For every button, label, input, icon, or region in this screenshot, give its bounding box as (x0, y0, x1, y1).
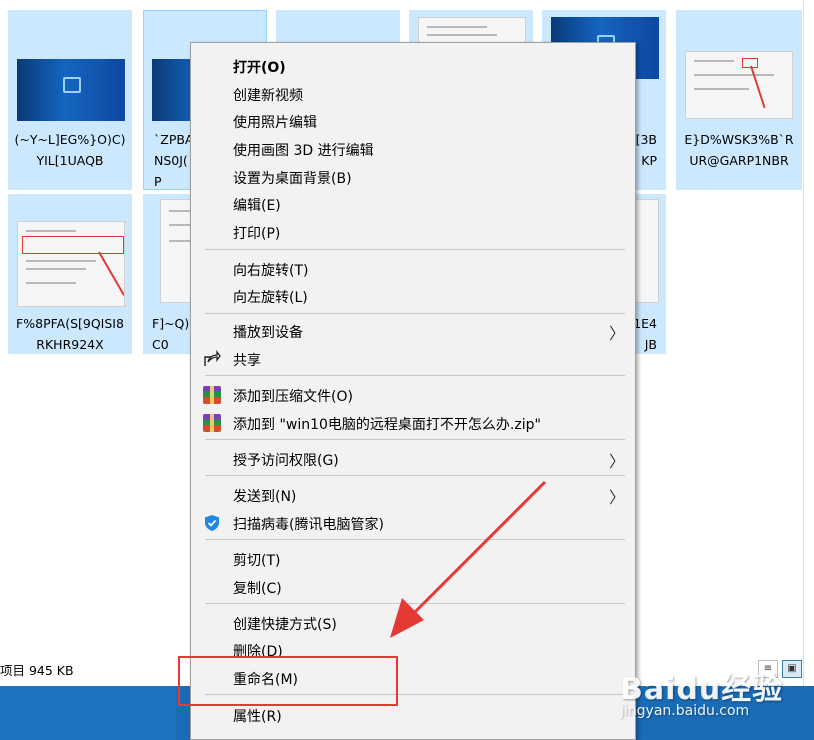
menu-item-label: 属性(R) (233, 709, 282, 725)
menu-item-share[interactable]: 共享 (191, 345, 635, 372)
menu-item-label: 打开(O) (233, 60, 286, 76)
menu-item-create-video[interactable]: 创建新视频 (191, 80, 635, 107)
menu-item-open[interactable]: 打开(O) (191, 52, 635, 79)
menu-separator (205, 603, 625, 604)
menu-item-give-access[interactable]: 授予访问权限(G) 〉 (191, 445, 635, 472)
menu-item-label: 添加到 "win10电脑的远程桌面打不开怎么办.zip" (233, 417, 541, 433)
file-item[interactable]: E}D%WSK3%B`RUR@GARP1NBR (676, 10, 802, 190)
menu-separator (205, 475, 625, 476)
menu-item-label: 编辑(E) (233, 198, 281, 214)
chevron-right-icon: 〉 (609, 488, 626, 507)
menu-item-set-desktop-background[interactable]: 设置为桌面背景(B) (191, 163, 635, 190)
menu-item-add-to-zip[interactable]: 添加到 "win10电脑的远程桌面打不开怎么办.zip" (191, 409, 635, 436)
menu-separator (205, 249, 625, 250)
menu-item-add-to-archive[interactable]: 添加到压缩文件(O) (191, 381, 635, 408)
menu-item-create-shortcut[interactable]: 创建快捷方式(S) (191, 609, 635, 636)
menu-item-label: 授予访问权限(G) (233, 453, 339, 469)
chevron-right-icon: 〉 (609, 324, 626, 343)
shield-icon (203, 514, 221, 532)
watermark-brand: Baidu经验 (620, 672, 784, 707)
menu-item-copy[interactable]: 复制(C) (191, 573, 635, 600)
menu-item-label: 复制(C) (233, 581, 282, 597)
context-menu: 打开(O) 创建新视频 使用照片编辑 使用画图 3D 进行编辑 设置为桌面背景(… (190, 42, 636, 740)
file-item[interactable]: (~Y~L]EG%}O)C)YIL[1UAQB (8, 10, 132, 190)
menu-item-send-to[interactable]: 发送到(N) 〉 (191, 481, 635, 508)
file-thumbnail (17, 59, 125, 121)
menu-item-label: 发送到(N) (233, 489, 297, 505)
menu-item-scan-virus[interactable]: 扫描病毒(腾讯电脑管家) (191, 509, 635, 536)
menu-item-cast-to-device[interactable]: 播放到设备 〉 (191, 317, 635, 344)
share-icon (203, 350, 221, 368)
large-icons-view-icon[interactable]: ▣ (782, 660, 802, 678)
menu-separator (205, 539, 625, 540)
menu-item-label: 创建快捷方式(S) (233, 617, 337, 633)
file-item[interactable]: F%8PFA(S[9QISI8RKHR924X (8, 194, 132, 354)
menu-separator (205, 375, 625, 376)
menu-item-label: 设置为桌面背景(B) (233, 171, 352, 187)
menu-item-label: 播放到设备 (233, 325, 303, 341)
menu-item-rotate-right[interactable]: 向右旋转(T) (191, 255, 635, 282)
menu-item-label: 使用照片编辑 (233, 115, 317, 131)
menu-item-label: 向右旋转(T) (233, 263, 309, 279)
menu-item-label: 创建新视频 (233, 88, 303, 104)
taskbar-button[interactable] (0, 686, 176, 740)
chevron-right-icon: 〉 (609, 452, 626, 471)
winrar-icon (203, 414, 221, 432)
menu-item-edit-paint3d[interactable]: 使用画图 3D 进行编辑 (191, 135, 635, 162)
menu-item-edit[interactable]: 编辑(E) (191, 190, 635, 217)
scrollbar[interactable] (803, 0, 814, 686)
winrar-icon (203, 386, 221, 404)
watermark-url: jingyan.baidu.com (620, 703, 750, 719)
menu-item-edit-with-photos[interactable]: 使用照片编辑 (191, 107, 635, 134)
status-bar-text: 项目 945 KB (0, 663, 74, 678)
file-thumbnail (685, 51, 793, 119)
file-name: (~Y~L]EG%}O)C)YIL[1UAQB (14, 132, 126, 168)
menu-separator (205, 313, 625, 314)
menu-item-print[interactable]: 打印(P) (191, 218, 635, 245)
highlight-box (178, 656, 398, 706)
menu-item-rotate-left[interactable]: 向左旋转(L) (191, 282, 635, 309)
menu-item-label: 打印(P) (233, 226, 281, 242)
file-name: F%8PFA(S[9QISI8RKHR924X (16, 316, 124, 352)
menu-item-label: 向左旋转(L) (233, 290, 308, 306)
menu-item-label: 添加到压缩文件(O) (233, 389, 353, 405)
menu-item-label: 剪切(T) (233, 553, 281, 569)
menu-item-label: 扫描病毒(腾讯电脑管家) (233, 517, 384, 533)
menu-item-label: 使用画图 3D 进行编辑 (233, 143, 374, 159)
menu-item-label: 共享 (233, 353, 261, 369)
menu-item-cut[interactable]: 剪切(T) (191, 545, 635, 572)
file-thumbnail (17, 221, 125, 307)
file-name: E}D%WSK3%B`RUR@GARP1NBR (684, 132, 794, 168)
menu-separator (205, 439, 625, 440)
